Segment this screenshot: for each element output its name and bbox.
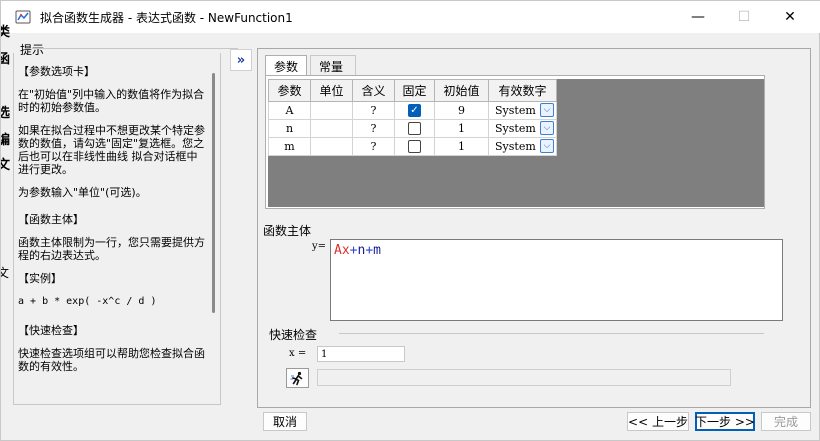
minimize-button[interactable]: —	[675, 1, 721, 33]
function-body-label: 函数主体	[263, 224, 312, 238]
fixed-checkbox[interactable]: ✓	[408, 104, 421, 118]
hint-content: 【参数选项卡】 在"初始值"列中输入的数值将作为拟合时的初始参数值。 如果在拟合…	[18, 65, 208, 383]
fixed-checkbox[interactable]	[408, 140, 421, 154]
tab-constants[interactable]: 常量	[310, 55, 356, 75]
title-bar: 拟合函数生成器 - 表达式函数 - NewFunction1 — ☐ ✕	[1, 1, 820, 33]
run-check-button[interactable]	[286, 368, 309, 388]
hint-heading: 【快速检查】	[18, 324, 84, 337]
expr-operator: +	[365, 243, 374, 258]
app-icon	[15, 10, 31, 24]
close-button[interactable]: ✕	[767, 1, 813, 33]
hint-paragraph: 函数主体限制为一行，您只需要提供方程的右边表达式。	[18, 236, 205, 262]
x-value-input[interactable]	[317, 346, 405, 362]
hint-paragraph: 在"初始值"列中输入的数值将作为拟合时的初始参数值。	[18, 88, 205, 114]
hint-panel: 【参数选项卡】 在"初始值"列中输入的数值将作为拟合时的初始参数值。 如果在拟合…	[13, 53, 221, 405]
meaning-cell[interactable]: ?	[352, 119, 395, 138]
x-label: x =	[289, 348, 307, 359]
table-header-row: 参数 单位 含义 固定 初始值 有效数字	[268, 79, 557, 102]
fixed-cell	[394, 119, 435, 138]
collapse-hint-button[interactable]: »	[230, 49, 252, 71]
background-window-edge: 类 函 选 编 文 文作	[1, 21, 13, 281]
quick-check-label: 快速检查	[269, 328, 318, 342]
quick-check-divider	[339, 333, 764, 334]
param-name-cell[interactable]: m	[268, 137, 311, 156]
fixed-cell: ✓	[394, 101, 435, 120]
double-chevron-right-icon: »	[236, 52, 246, 68]
col-header-fixed: 固定	[394, 79, 435, 102]
initial-value-cell[interactable]: 1	[434, 137, 489, 156]
sigdigits-cell[interactable]: System ⌵	[488, 101, 557, 120]
hint-group-border	[33, 48, 238, 49]
cancel-button[interactable]: 取消	[263, 412, 307, 431]
next-button[interactable]: 下一步 >>	[695, 412, 755, 431]
col-header-param: 参数	[268, 79, 311, 102]
edge-text: 选	[1, 106, 11, 121]
expr-term: Ax	[334, 243, 350, 258]
table-row: A ? ✓ 9 System ⌵	[268, 101, 557, 120]
param-name-cell[interactable]: A	[268, 101, 311, 120]
sigdigits-cell[interactable]: System ⌵	[488, 137, 557, 156]
unit-cell[interactable]	[310, 137, 353, 156]
previous-button[interactable]: << 上一步	[627, 412, 689, 431]
edge-text: 文作	[1, 266, 10, 280]
expr-term: m	[373, 243, 381, 258]
fixed-cell	[394, 137, 435, 156]
col-header-meaning: 含义	[352, 79, 395, 102]
sigdigits-value: System	[495, 104, 536, 117]
hint-heading: 【参数选项卡】	[18, 65, 95, 78]
unit-cell[interactable]	[310, 119, 353, 138]
hint-heading: 【函数主体】	[18, 213, 84, 226]
fixed-checkbox[interactable]	[408, 122, 421, 136]
window-title: 拟合函数生成器 - 表达式函数 - NewFunction1	[40, 11, 293, 25]
edge-text: 编	[1, 133, 11, 148]
hint-scrollbar[interactable]	[212, 73, 215, 313]
hint-example: a + b * exp( -x^c / d )	[18, 296, 157, 307]
fitting-function-builder-window: 拟合函数生成器 - 表达式函数 - NewFunction1 — ☐ ✕ 类 函…	[0, 0, 820, 441]
param-name-cell[interactable]: n	[268, 119, 311, 138]
maximize-button[interactable]: ☐	[721, 1, 767, 33]
function-body-editor[interactable]: Ax+n+m	[330, 239, 783, 321]
parameters-table: 参数 单位 含义 固定 初始值 有效数字 A ? ✓ 9 System ⌵ n ?	[268, 79, 557, 156]
hint-paragraph: 快速检查选项组可以帮助您检查拟合函数的有效性。	[18, 347, 205, 373]
function-lhs: y=	[312, 241, 327, 252]
col-header-sigdigits: 有效数字	[488, 79, 557, 102]
sigdigits-value: System	[495, 122, 536, 135]
table-row: n ? 1 System ⌵	[268, 119, 557, 138]
hint-paragraph: 如果在拟合过程中不想更改某个特定参数的数值，请勾选"固定"复选框。您之后也可以在…	[18, 124, 205, 176]
col-header-unit: 单位	[310, 79, 353, 102]
chevron-down-icon[interactable]: ⌵	[540, 103, 554, 117]
edge-text: 类	[1, 25, 11, 40]
col-header-initial: 初始值	[434, 79, 489, 102]
chevron-down-icon[interactable]: ⌵	[540, 121, 554, 135]
hint-paragraph: 为参数输入"单位"(可选)。	[18, 186, 147, 199]
initial-value-cell[interactable]: 1	[434, 119, 489, 138]
table-row: m ? 1 System ⌵	[268, 137, 557, 156]
edge-text: 文	[1, 158, 11, 173]
runner-icon	[290, 371, 303, 385]
sigdigits-cell[interactable]: System ⌵	[488, 119, 557, 138]
meaning-cell[interactable]: ?	[352, 137, 395, 156]
check-result-box	[317, 369, 731, 386]
finish-button[interactable]: 完成	[761, 412, 811, 431]
initial-value-cell[interactable]: 9	[434, 101, 489, 120]
tab-parameters[interactable]: 参数	[265, 55, 308, 75]
sigdigits-value: System	[495, 140, 536, 153]
hint-heading: 【实例】	[18, 272, 62, 285]
meaning-cell[interactable]: ?	[352, 101, 395, 120]
edge-text: 函	[1, 52, 11, 67]
chevron-down-icon[interactable]: ⌵	[540, 139, 554, 153]
unit-cell[interactable]	[310, 101, 353, 120]
